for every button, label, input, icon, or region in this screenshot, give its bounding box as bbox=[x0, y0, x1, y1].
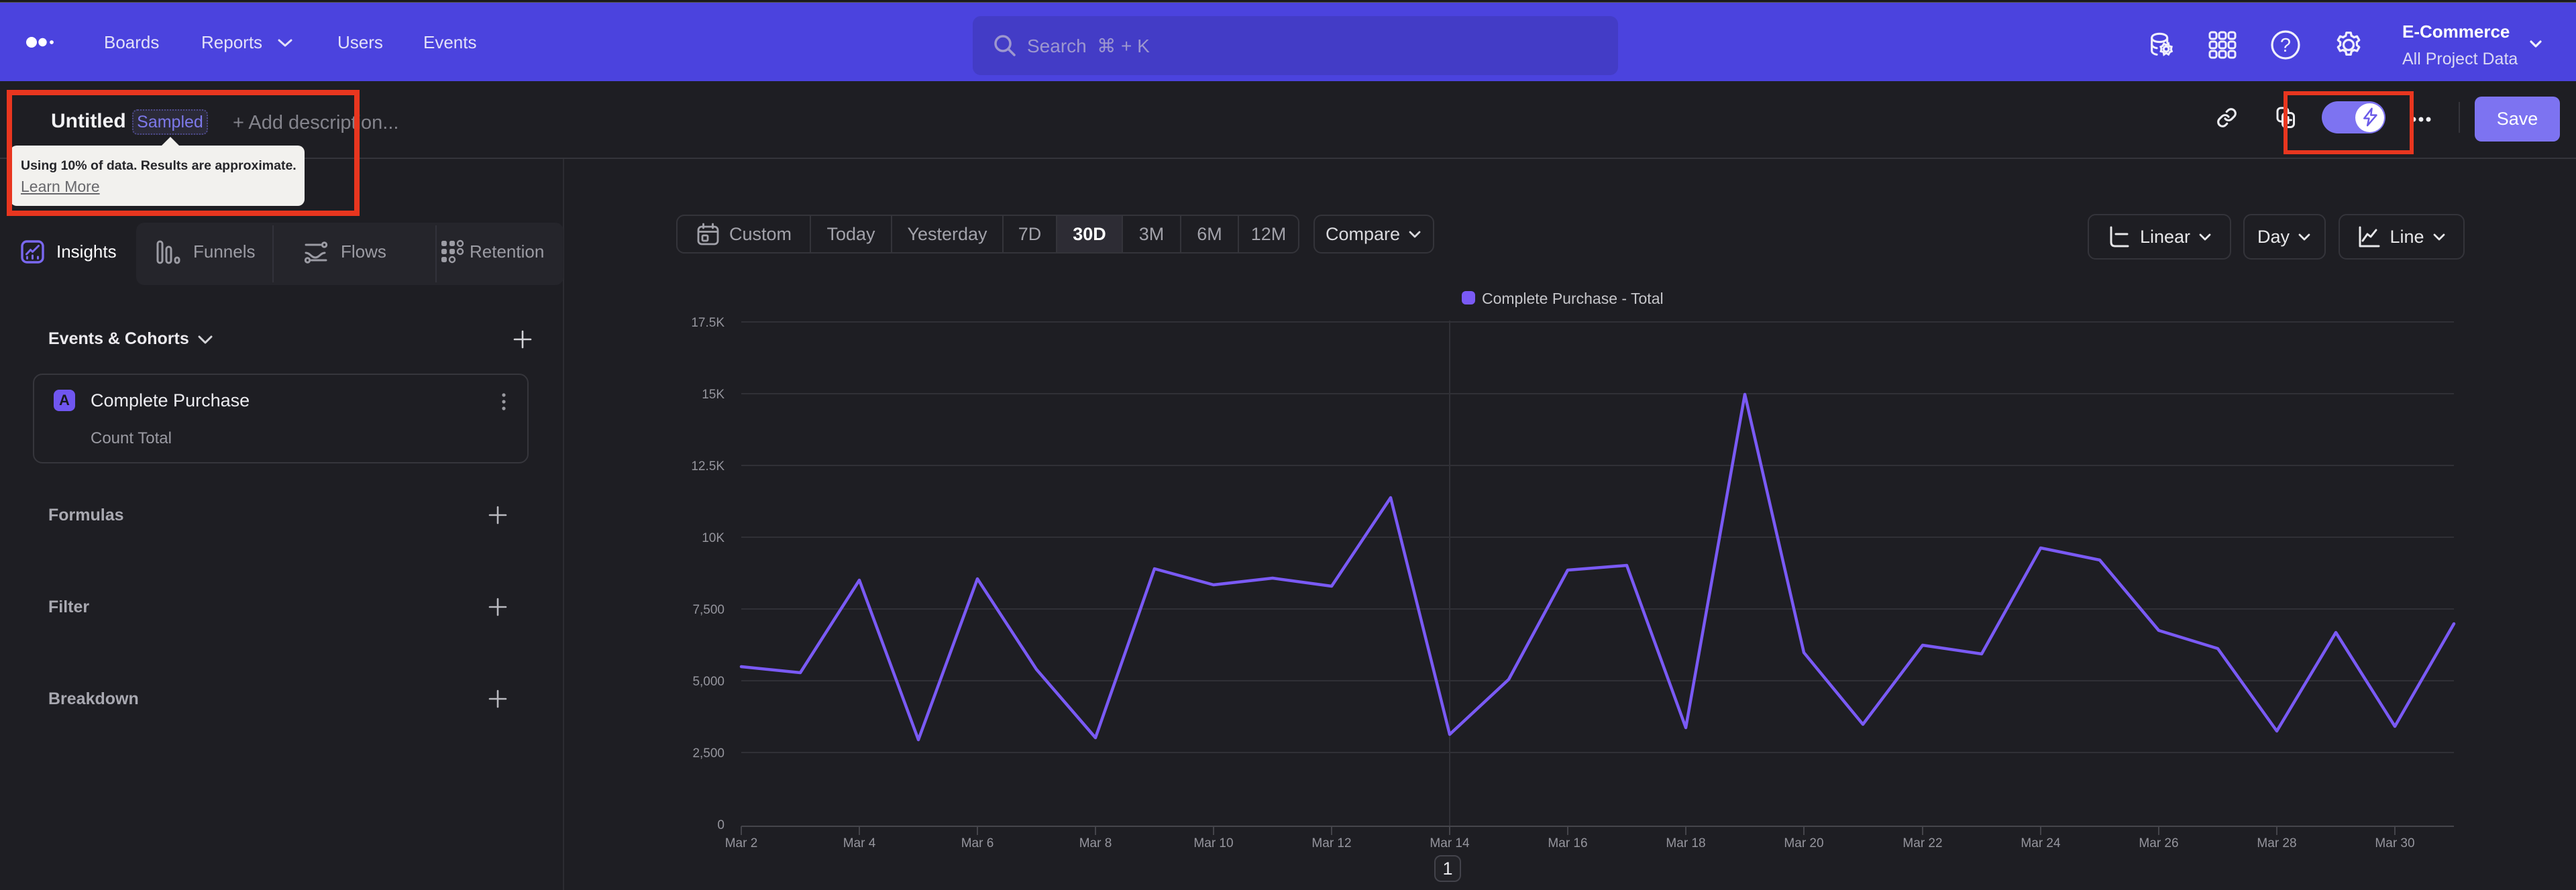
svg-text:Mar 16: Mar 16 bbox=[1548, 836, 1587, 850]
svg-text:Mar 10: Mar 10 bbox=[1193, 836, 1233, 850]
svg-text:7,500: 7,500 bbox=[692, 603, 724, 617]
svg-text:Mar 14: Mar 14 bbox=[1430, 836, 1470, 850]
svg-text:Mar 8: Mar 8 bbox=[1079, 836, 1112, 850]
svg-text:Mar 4: Mar 4 bbox=[843, 836, 876, 850]
svg-text:17.5K: 17.5K bbox=[691, 316, 724, 330]
svg-text:Mar 20: Mar 20 bbox=[1784, 836, 1823, 850]
svg-text:12.5K: 12.5K bbox=[691, 459, 724, 474]
svg-text:Mar 30: Mar 30 bbox=[2375, 836, 2414, 850]
svg-text:2,500: 2,500 bbox=[692, 746, 724, 761]
svg-text:Mar 28: Mar 28 bbox=[2257, 836, 2296, 850]
svg-text:Mar 12: Mar 12 bbox=[1311, 836, 1351, 850]
svg-text:10K: 10K bbox=[702, 531, 724, 545]
svg-text:Mar 18: Mar 18 bbox=[1666, 836, 1705, 850]
svg-text:0: 0 bbox=[717, 818, 724, 832]
svg-text:Mar 24: Mar 24 bbox=[2021, 836, 2061, 850]
svg-text:Mar 22: Mar 22 bbox=[1902, 836, 1942, 850]
svg-text:Mar 2: Mar 2 bbox=[725, 836, 758, 850]
svg-text:Mar 26: Mar 26 bbox=[2139, 836, 2178, 850]
svg-text:15K: 15K bbox=[702, 388, 724, 402]
svg-text:Mar 6: Mar 6 bbox=[961, 836, 994, 850]
svg-text:5,000: 5,000 bbox=[692, 675, 724, 689]
